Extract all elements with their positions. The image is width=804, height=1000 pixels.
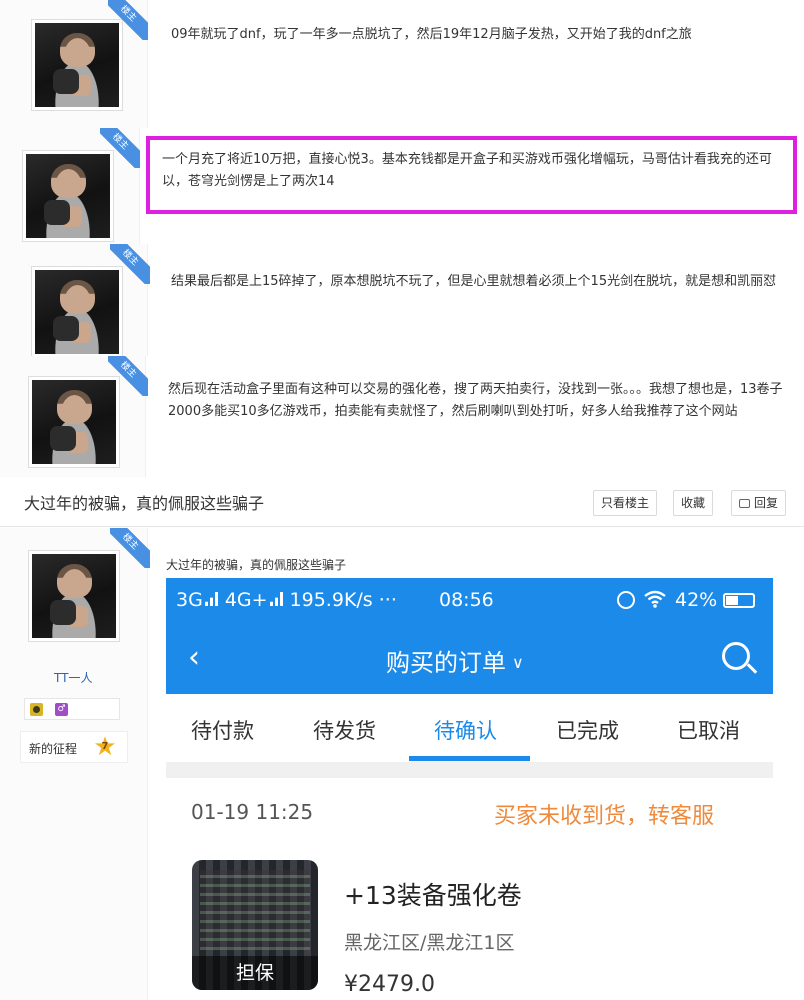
order-status: 买家未收到货，转客服 — [494, 804, 715, 829]
order-screenshot: 3G 4G+ 195.9K/s ··· 08:56 42% ‹ 购买的订单 ∨ 待付款… — [166, 578, 773, 1000]
avatar[interactable] — [28, 550, 120, 642]
signal-icon — [204, 592, 221, 606]
wifi-icon — [644, 590, 666, 608]
divider — [166, 762, 773, 778]
tab-cancelled[interactable]: 已取消 — [677, 715, 740, 745]
status-time: 08:56 — [439, 589, 494, 611]
tab-pending-payment[interactable]: 待付款 — [191, 715, 254, 745]
post-4: 楼主 然后现在活动盒子里面有这种可以交易的强化卷，搜了两天拍卖行，没找到一张。。… — [0, 356, 804, 477]
op-badge: 楼主 — [108, 356, 148, 396]
item-title[interactable]: +13装备强化卷 — [344, 876, 522, 912]
tab-completed[interactable]: 已完成 — [556, 715, 619, 745]
item-thumbnail[interactable]: 担保 — [192, 860, 318, 990]
battery-icon — [723, 593, 755, 608]
order-time: 01-19 11:25 — [191, 800, 314, 824]
favorite-button[interactable]: 收藏 — [673, 490, 714, 516]
chevron-down-icon: ∨ — [512, 653, 524, 672]
op-badge: 楼主 — [108, 0, 148, 40]
highlight-box — [146, 136, 797, 214]
thread-title-bar: 大过年的被骗，真的佩服这些骗子 只看楼主 收藏 回复 — [0, 477, 804, 527]
status-bar: 3G 4G+ 195.9K/s ··· 08:56 42% — [166, 578, 773, 626]
op-badge: 楼主 — [100, 128, 140, 168]
username-link[interactable]: TT一人 — [54, 669, 92, 686]
avatar-photo — [35, 270, 119, 354]
avatar-photo — [32, 380, 116, 464]
level-name: 新的征程 — [29, 742, 78, 756]
search-icon[interactable] — [722, 642, 750, 670]
member-icon[interactable] — [30, 703, 43, 716]
signal-icon — [269, 592, 286, 606]
order-tabs: 待付款 待发货 待确认 已完成 已取消 — [166, 694, 773, 762]
forum-thread-page: 楼主 09年就玩了dnf，玩了一年多一点脱坑了，然后19年12月脑子发热，又开始… — [0, 0, 804, 1000]
comment-icon — [739, 499, 750, 508]
alarm-icon — [617, 591, 635, 609]
back-icon[interactable]: ‹ — [188, 640, 200, 676]
tab-pending-confirm[interactable]: 待确认 — [434, 715, 497, 745]
post-caption: 大过年的被骗，真的佩服这些骗子 — [166, 558, 347, 572]
reply-label: 回复 — [754, 496, 779, 510]
level-number: 7 — [101, 741, 109, 752]
user-badges: ♂ — [24, 698, 120, 720]
network-status: 3G 4G+ 195.9K/s ··· — [176, 589, 397, 611]
only-op-button[interactable]: 只看楼主 — [593, 490, 658, 516]
avatar-photo — [32, 554, 116, 638]
avatar-photo — [35, 23, 119, 107]
guarantee-badge: 担保 — [192, 956, 318, 990]
avatar-photo — [26, 154, 110, 238]
post-1: 楼主 09年就玩了dnf，玩了一年多一点脱坑了，然后19年12月脑子发热，又开始… — [0, 0, 804, 128]
item-price: ¥2479.0 — [344, 972, 435, 997]
avatar[interactable] — [28, 376, 120, 468]
item-server: 黑龙江区/黑龙江1区 — [344, 932, 515, 954]
post-3: 楼主 结果最后都是上15碎掉了，原本想脱坑不玩了，但是心里就想着必须上个15光剑… — [0, 244, 804, 358]
reply-button[interactable]: 回复 — [731, 490, 787, 516]
battery-percent: 42% — [675, 589, 718, 611]
nav-title[interactable]: 购买的订单 ∨ — [386, 643, 524, 678]
post-content: 然后现在活动盒子里面有这种可以交易的强化卷，搜了两天拍卖行，没找到一张。。。我想… — [168, 382, 783, 419]
op-badge: 楼主 — [110, 244, 150, 284]
gender-male-icon: ♂ — [55, 703, 68, 716]
thread-title: 大过年的被骗，真的佩服这些骗子 — [24, 494, 265, 513]
active-tab-indicator — [409, 756, 530, 761]
post-content: 09年就玩了dnf，玩了一年多一点脱坑了，然后19年12月脑子发热，又开始了我的… — [171, 27, 692, 42]
post-content: 结果最后都是上15碎掉了，原本想脱坑不玩了，但是心里就想着必须上个15光剑在脱坑… — [171, 274, 777, 289]
tab-pending-shipment[interactable]: 待发货 — [313, 715, 376, 745]
user-level[interactable]: 新的征程 ★ 7 — [20, 731, 128, 763]
app-nav-bar: ‹ 购买的订单 ∨ — [166, 626, 773, 694]
